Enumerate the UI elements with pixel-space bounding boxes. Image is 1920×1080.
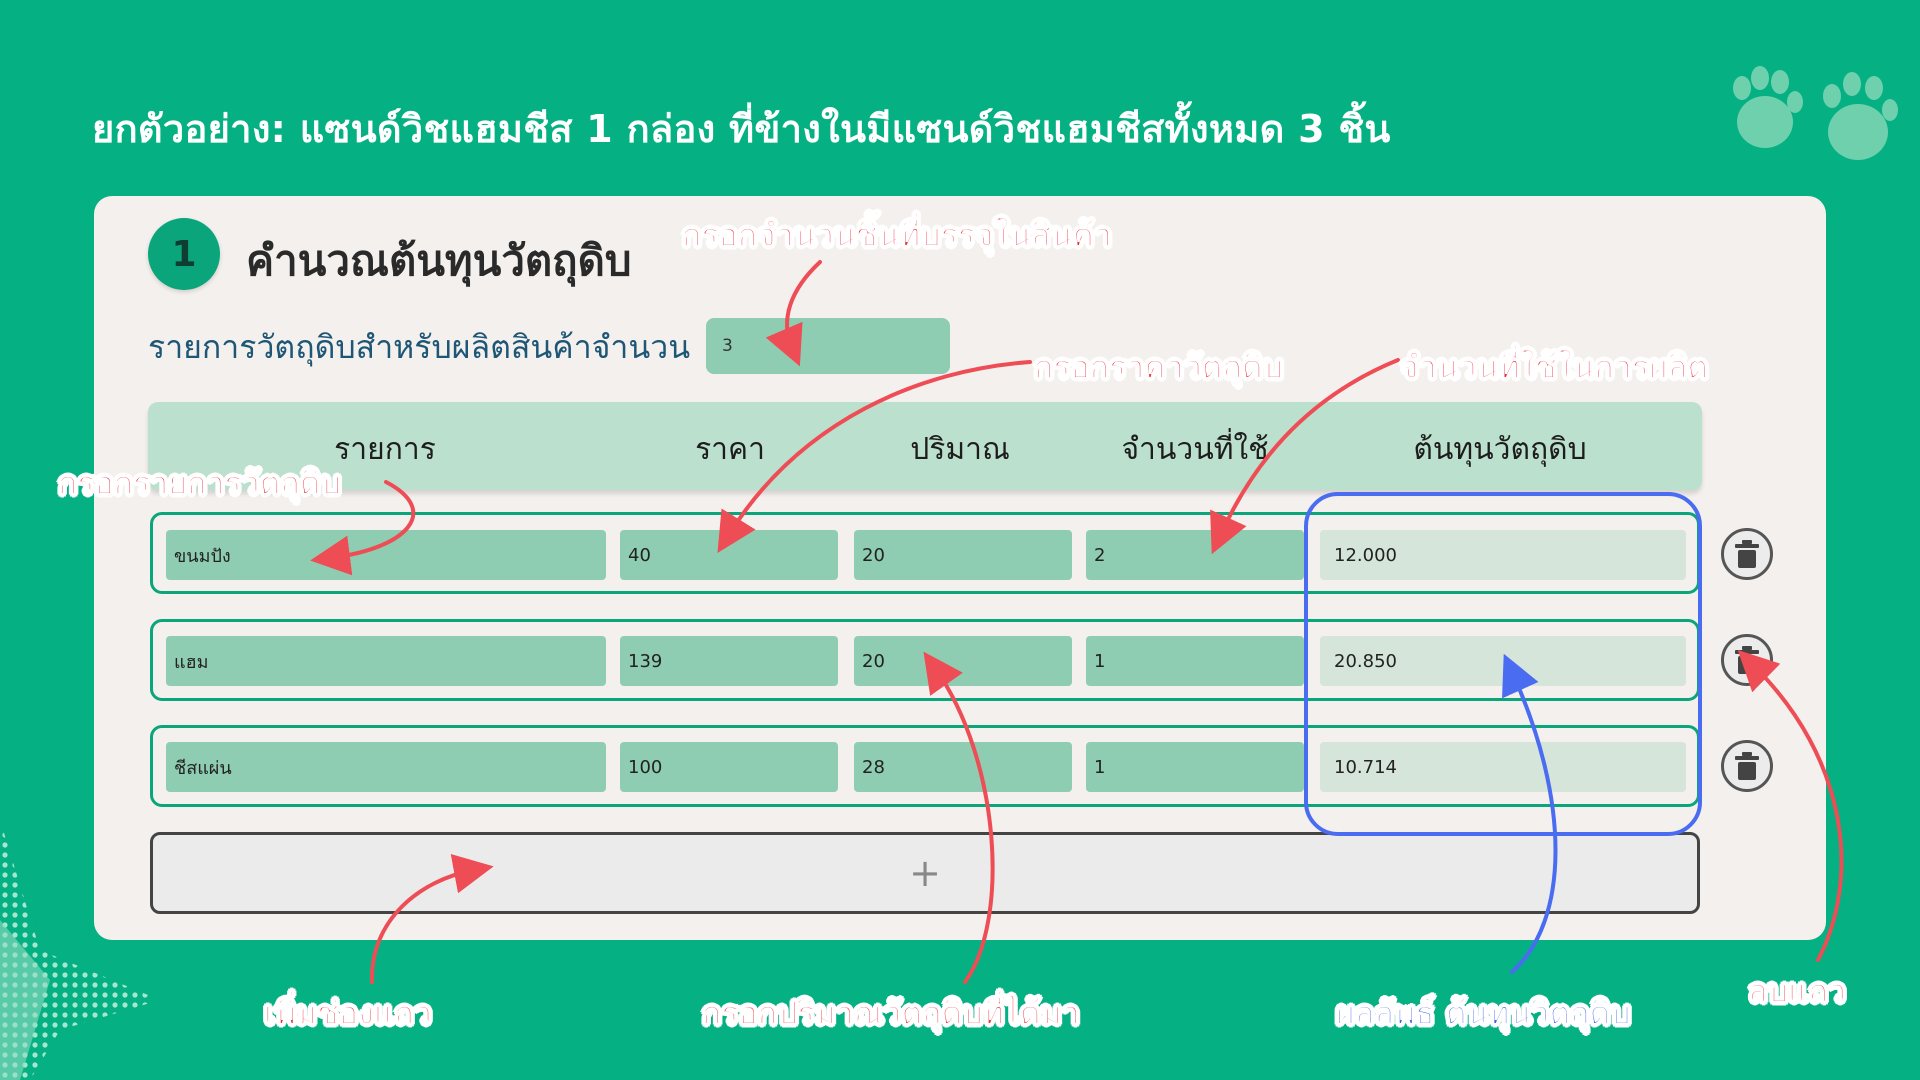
delete-row-button[interactable] [1721, 528, 1773, 580]
paw-prints-icon [1733, 66, 1898, 160]
annotation-fill-price: กรอกราคาวัตถุดิบ [1034, 348, 1284, 387]
trash-icon [1735, 646, 1759, 674]
column-header-amount: ปริมาณ [910, 432, 1010, 467]
plus-icon: + [909, 851, 941, 895]
annotation-fill-pieces: กรอกจำนวนชิ้นที่บรรจุในสินค้า [682, 216, 1113, 255]
price-input[interactable] [620, 742, 838, 792]
product-quantity-input[interactable] [706, 318, 950, 374]
result-highlight [1304, 492, 1702, 836]
product-quantity-label: รายการวัตถุดิบสำหรับผลิตสินค้าจำนวน [148, 328, 691, 366]
item-input[interactable] [166, 742, 606, 792]
used-input[interactable] [1086, 636, 1304, 686]
column-header-price: ราคา [695, 432, 765, 467]
price-input[interactable] [620, 636, 838, 686]
amount-input[interactable] [854, 742, 1072, 792]
step-title: คำนวณต้นทุนวัตถุดิบ [246, 236, 632, 285]
item-input[interactable] [166, 530, 606, 580]
annotation-fill-amount: กรอกปริมาณวัตถุดิบที่ได้มา [702, 994, 1081, 1033]
used-input[interactable] [1086, 742, 1304, 792]
annotation-fill-item: กรอกรายการวัตถุดิบ [58, 464, 342, 503]
price-input[interactable] [620, 530, 838, 580]
used-input[interactable] [1086, 530, 1304, 580]
delete-row-button[interactable] [1721, 634, 1773, 686]
item-input[interactable] [166, 636, 606, 686]
step-badge: 1 [148, 218, 220, 290]
add-row-button[interactable]: + [150, 832, 1700, 914]
trash-icon [1735, 752, 1759, 780]
column-header-cost: ต้นทุนวัตถุดิบ [1413, 432, 1587, 467]
annotation-delete-row: ลบแถว [1748, 972, 1847, 1011]
delete-row-button[interactable] [1721, 740, 1773, 792]
annotation-add-row: เพิ่มช่องแถว [264, 994, 433, 1033]
amount-input[interactable] [854, 530, 1072, 580]
amount-input[interactable] [854, 636, 1072, 686]
trash-icon [1735, 540, 1759, 568]
annotation-used-in-production: จำนวนที่ใช้ในการผลิต [1399, 348, 1709, 387]
slide-headline: ยกตัวอย่าง: แซนด์วิชแฮมชีส 1 กล่อง ที่ข้… [92, 107, 1391, 151]
column-header-used: จำนวนที่ใช้ [1121, 432, 1269, 467]
annotation-result-cost: ผลลัพธ์ ต้นทุนวิตถุดิบ [1336, 994, 1632, 1033]
